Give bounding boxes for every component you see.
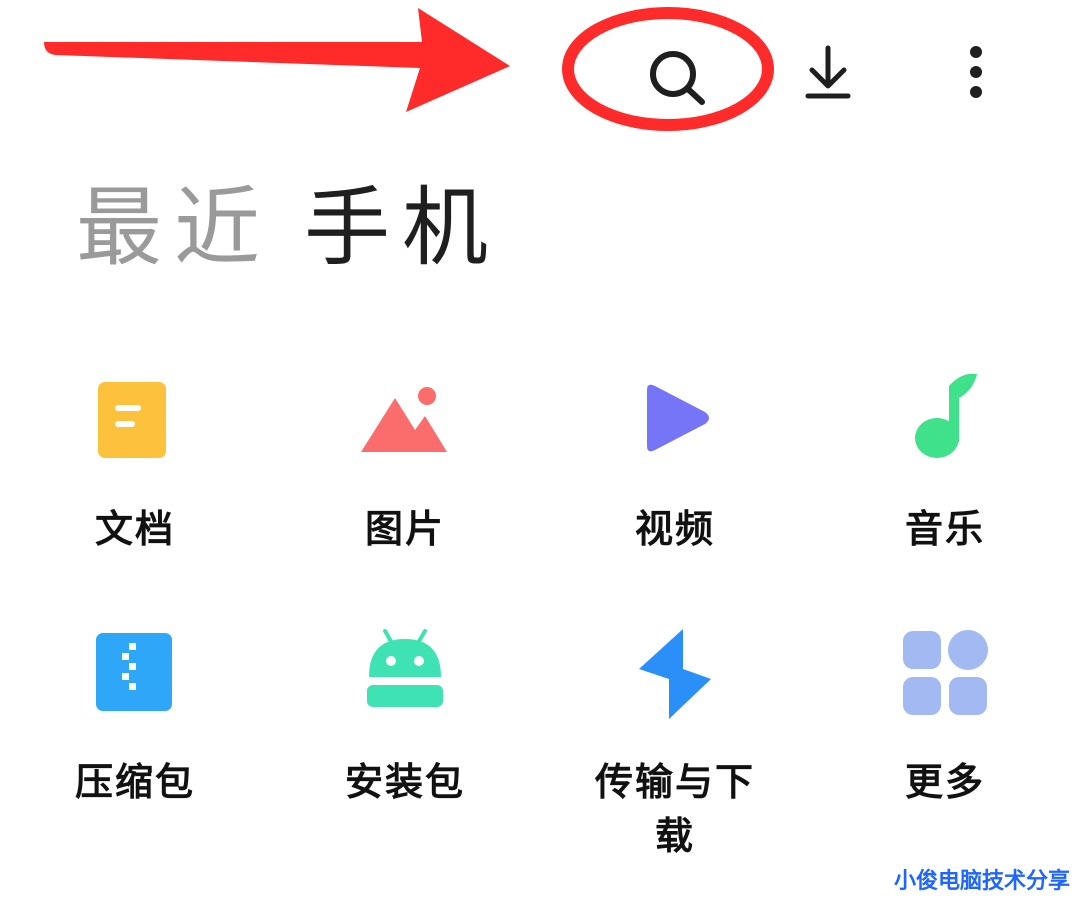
android-icon [355, 625, 455, 725]
music-icon [895, 372, 995, 472]
category-documents[interactable]: 文档 [0, 372, 270, 612]
archive-icon [85, 625, 185, 725]
category-label: 文档 [94, 507, 175, 551]
more-grid-icon [895, 625, 995, 725]
document-icon [85, 372, 185, 472]
category-images[interactable]: 图片 [270, 372, 540, 612]
category-apks[interactable]: 安装包 [270, 625, 540, 865]
category-transfers[interactable]: 传输与下载 [540, 625, 810, 865]
search-icon[interactable] [640, 44, 716, 112]
category-label: 视频 [634, 507, 715, 551]
download-icon[interactable] [800, 44, 856, 104]
top-toolbar [0, 0, 1080, 150]
category-label: 音乐 [904, 507, 985, 551]
watermark: 小俊电脑技术分享 [893, 869, 1070, 894]
category-label: 压缩包 [74, 760, 195, 804]
more-vertical-icon[interactable] [960, 44, 992, 100]
category-label: 安装包 [344, 760, 465, 804]
category-videos[interactable]: 视频 [540, 372, 810, 612]
category-label: 图片 [364, 507, 445, 551]
category-more[interactable]: 更多 [810, 625, 1080, 865]
image-icon [355, 372, 455, 472]
category-archives[interactable]: 压缩包 [0, 625, 270, 865]
category-label: 传输与下载 [595, 760, 756, 858]
tab-phone[interactable]: 手机 [304, 178, 500, 278]
transfer-icon [625, 625, 725, 725]
tab-recent[interactable]: 最近 [76, 178, 272, 278]
category-label: 更多 [904, 760, 985, 804]
category-music[interactable]: 音乐 [810, 372, 1080, 612]
video-icon [625, 372, 725, 472]
